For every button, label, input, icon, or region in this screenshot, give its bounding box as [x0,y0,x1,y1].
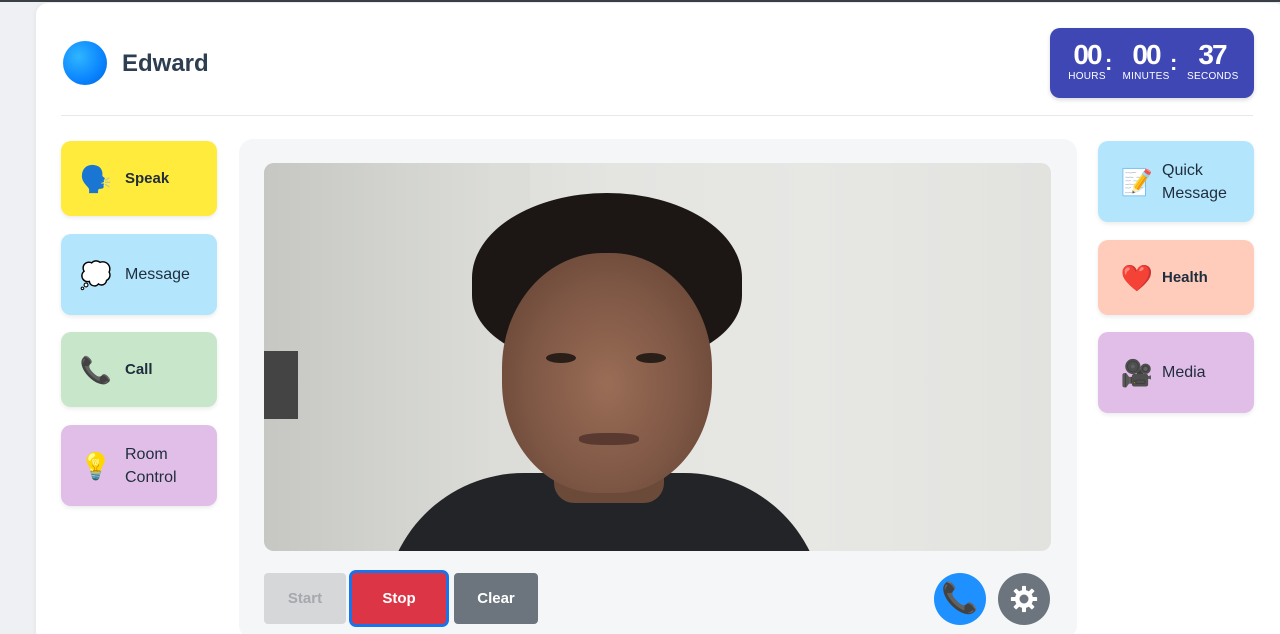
video-camera-icon: 🎥 [1120,357,1154,388]
memo-icon: 📝 [1120,166,1154,197]
phone-icon: 📞 [79,354,113,385]
light-bulb-icon: 💡 [79,450,113,481]
window-top-border [0,0,1280,2]
speaking-head-icon: 🗣️ [79,163,113,194]
quick-message-label: Quick Message [1162,161,1227,202]
health-tile[interactable]: ❤️ Health [1098,240,1254,315]
quick-message-tile[interactable]: 📝 Quick Message [1098,141,1254,222]
clear-button[interactable]: Clear [454,573,538,624]
timer-seconds: 37 SECONDS [1187,38,1239,82]
user-name: Edward [122,50,209,77]
speak-label: Speak [125,170,170,187]
person-figure [546,353,576,363]
call-button[interactable]: 📞 [934,573,986,625]
settings-button[interactable] [998,573,1050,625]
timer-minutes: 00 MINUTES [1121,38,1171,82]
message-label: Message [125,266,190,283]
session-timer: 00 HOURS : 00 MINUTES : 37 SECONDS [1050,28,1254,98]
phone-icon: 📞 [941,582,979,615]
timer-separator: : [1105,50,1113,75]
header-divider [61,115,1253,116]
call-tile[interactable]: 📞 Call [61,332,217,407]
timer-minutes-value: 00 [1132,39,1161,70]
timer-seconds-label: SECONDS [1187,71,1239,82]
stop-button[interactable]: Stop [352,573,446,624]
start-button[interactable]: Start [264,573,346,624]
call-label: Call [125,361,153,378]
message-tile[interactable]: 💭 Message [61,234,217,315]
room-control-tile[interactable]: 💡 Room Control [61,425,217,506]
video-background [264,351,298,419]
media-tile[interactable]: 🎥 Media [1098,332,1254,413]
webcam-video [264,163,1051,551]
timer-minutes-label: MINUTES [1122,71,1170,82]
person-figure [502,253,712,493]
avatar [63,41,107,85]
heart-icon: ❤️ [1120,262,1154,293]
person-figure [579,433,639,445]
room-control-label: Room Control [125,445,177,486]
gear-icon [1010,585,1038,613]
timer-separator: : [1170,50,1178,75]
timer-seconds-value: 37 [1198,39,1227,70]
media-label: Media [1162,364,1206,381]
health-label: Health [1162,269,1208,286]
speak-tile[interactable]: 🗣️ Speak [61,141,217,216]
person-figure [636,353,666,363]
speech-bubble-icon: 💭 [79,259,113,290]
